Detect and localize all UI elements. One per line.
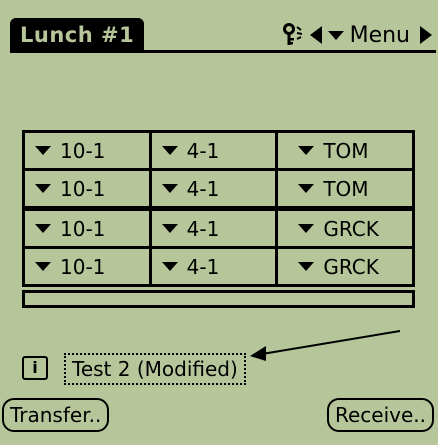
- grid-cell-dropdown[interactable]: GRCK: [278, 211, 413, 246]
- cell-value: 10-1: [60, 254, 106, 279]
- grid-row: 10-1 4-1 GRCK: [25, 249, 413, 284]
- cell-value: TOM: [323, 138, 369, 163]
- dropdown-arrow-icon: [298, 262, 315, 271]
- dropdown-arrow-icon: [35, 146, 51, 155]
- record-name-field[interactable]: Test 2 (Modified): [64, 353, 246, 385]
- cell-value: 10-1: [60, 176, 106, 201]
- menu-dropdown-icon[interactable]: [326, 23, 346, 47]
- dropdown-arrow-icon: [35, 184, 51, 193]
- grid-cell-dropdown[interactable]: TOM: [278, 171, 413, 206]
- cell-value: 4-1: [186, 138, 220, 163]
- grid-cell-dropdown[interactable]: 10-1: [25, 133, 149, 168]
- info-icon[interactable]: i: [22, 356, 48, 380]
- grid-cell-dropdown[interactable]: 4-1: [151, 171, 276, 206]
- grid-cell-dropdown[interactable]: GRCK: [278, 249, 413, 284]
- dropdown-arrow-icon: [298, 184, 315, 193]
- right-arrow-icon[interactable]: [418, 23, 434, 47]
- receive-button[interactable]: Receive..: [326, 398, 434, 432]
- dropdown-arrow-icon: [35, 224, 51, 233]
- transfer-button[interactable]: Transfer..: [2, 398, 110, 432]
- menu-label[interactable]: Menu: [350, 23, 410, 48]
- header-controls: Menu: [282, 20, 434, 50]
- app-title: Lunch #1: [10, 18, 145, 52]
- grid-cell-dropdown[interactable]: 4-1: [151, 211, 276, 246]
- grid-row: 10-1 4-1 TOM: [25, 171, 413, 206]
- left-arrow-icon[interactable]: [308, 23, 324, 47]
- palm-screen: Lunch #1 Menu 10-1 4-1 TOM 10-1 4-1 TOM …: [0, 0, 438, 445]
- title-underline: [10, 50, 436, 53]
- grid-cell-dropdown[interactable]: 4-1: [151, 249, 276, 284]
- grid-row: 10-1 4-1 GRCK: [25, 211, 413, 246]
- dropdown-arrow-icon: [298, 146, 315, 155]
- cell-value: GRCK: [323, 254, 379, 279]
- grid-cell-dropdown[interactable]: 10-1: [25, 211, 149, 246]
- cell-value: TOM: [323, 176, 369, 201]
- cell-value: 10-1: [60, 216, 106, 241]
- dropdown-arrow-icon: [161, 184, 178, 193]
- grid-cell-dropdown[interactable]: TOM: [278, 133, 413, 168]
- dropdown-arrow-icon: [161, 224, 178, 233]
- dropdown-arrow-icon: [298, 224, 315, 233]
- grid-cell-dropdown[interactable]: 4-1: [151, 133, 276, 168]
- dropdown-arrow-icon: [35, 262, 51, 271]
- cell-value: 4-1: [186, 216, 220, 241]
- cell-value: 4-1: [186, 254, 220, 279]
- cell-value: 4-1: [186, 176, 220, 201]
- dropdown-arrow-icon: [161, 146, 178, 155]
- dropdown-arrow-icon: [161, 262, 178, 271]
- grid-cell-dropdown[interactable]: 10-1: [25, 171, 149, 206]
- grid-row: 10-1 4-1 TOM: [25, 133, 413, 168]
- data-grid: 10-1 4-1 TOM 10-1 4-1 TOM 10-1 4-1 GRCK …: [22, 130, 415, 287]
- grid-cell-dropdown[interactable]: 10-1: [25, 249, 149, 284]
- cell-value: GRCK: [323, 216, 379, 241]
- key-icon[interactable]: [282, 23, 306, 47]
- horizontal-scrollbar[interactable]: [22, 290, 415, 308]
- cell-value: 10-1: [60, 138, 106, 163]
